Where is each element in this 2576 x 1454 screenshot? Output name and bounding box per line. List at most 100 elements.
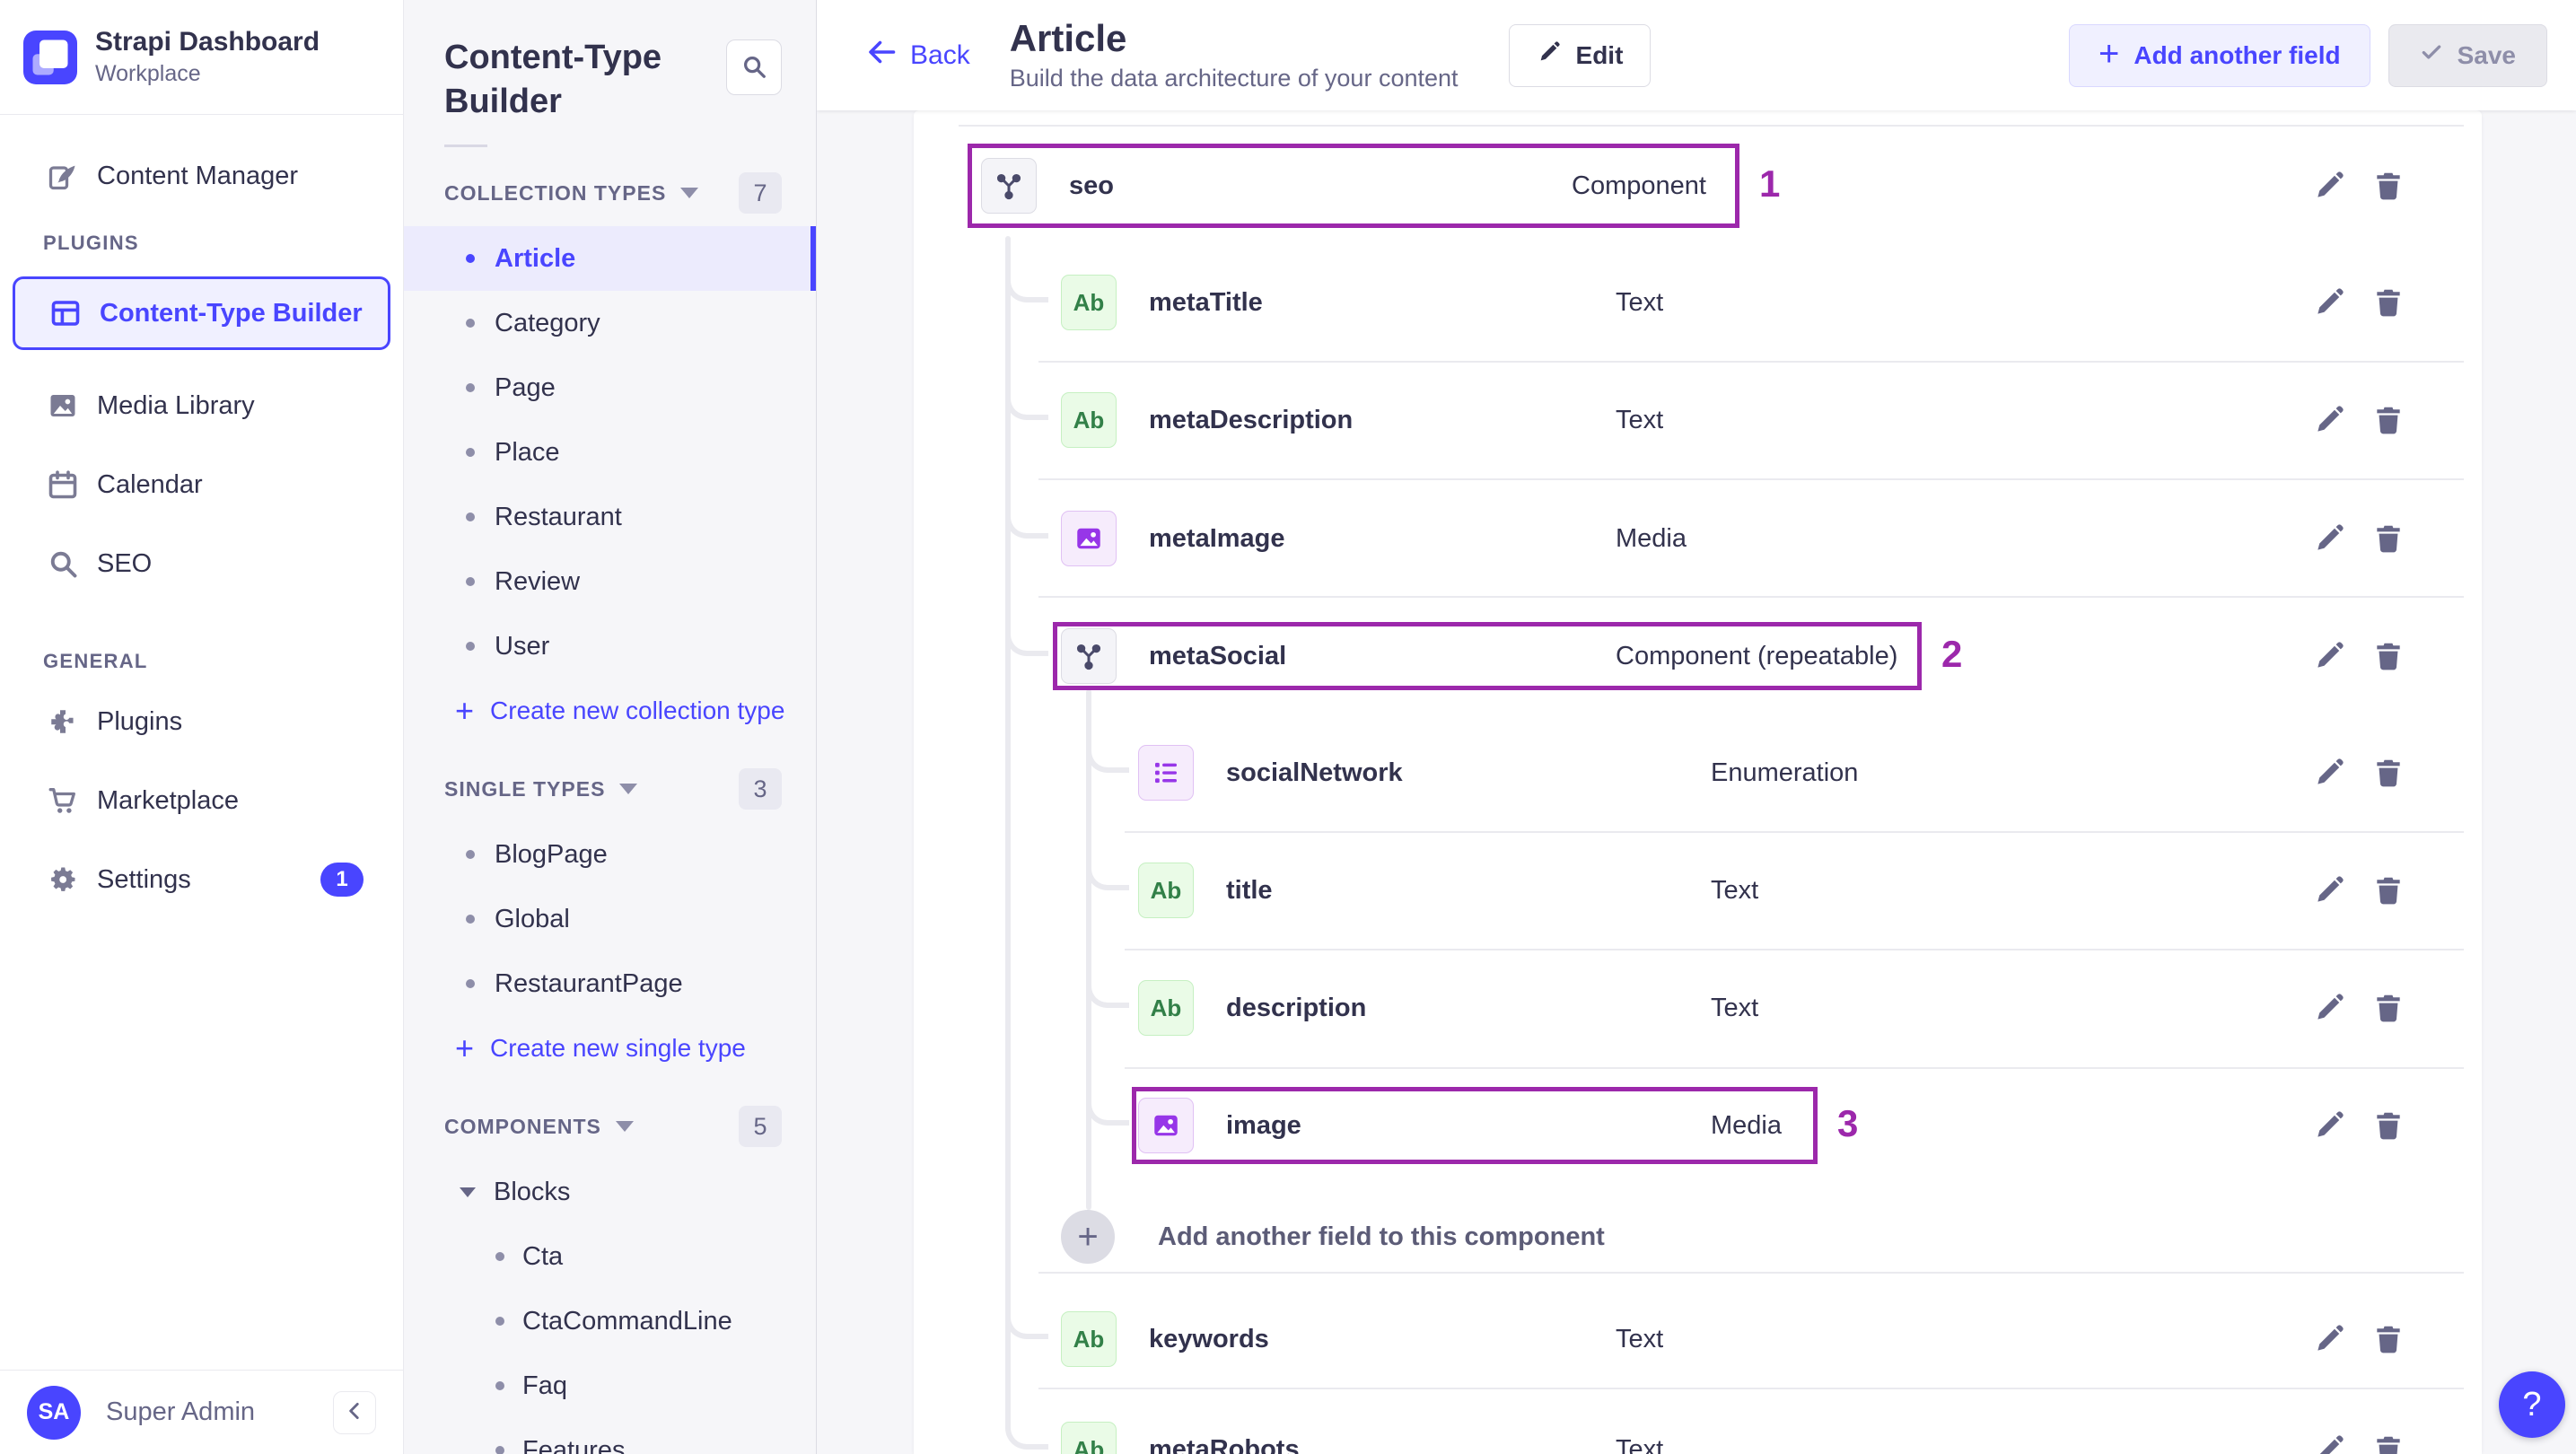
sidebar-item-seo[interactable]: SEO	[0, 531, 403, 596]
delete-field-icon[interactable]	[2371, 285, 2405, 320]
type-item-blogpage[interactable]: BlogPage	[404, 822, 816, 887]
delete-field-icon[interactable]	[2371, 403, 2405, 437]
edit-label: Edit	[1575, 40, 1624, 69]
cart-icon	[47, 784, 79, 817]
row-actions	[2312, 169, 2405, 203]
edit-field-icon[interactable]	[2312, 403, 2346, 437]
sidebar-footer: SA Super Admin	[0, 1370, 403, 1454]
type-item-label: Place	[495, 437, 560, 467]
type-item-global[interactable]: Global	[404, 887, 816, 951]
component-group-blocks[interactable]: Blocks	[404, 1160, 816, 1224]
sidebar-item-media-library[interactable]: Media Library	[0, 373, 403, 438]
field-row-metatitle: Ab metaTitle Text	[914, 244, 2482, 361]
sidebar-item-content-type-builder[interactable]: Content-Type Builder	[13, 276, 390, 350]
type-item-category[interactable]: Category	[404, 291, 816, 355]
edit-field-icon[interactable]	[2312, 169, 2346, 203]
sidebar-item-content-manager[interactable]: Content Manager	[0, 144, 403, 208]
section-header-single-types[interactable]: SINGLE TYPES 3	[404, 756, 816, 822]
component-item-faq[interactable]: Faq	[404, 1353, 816, 1418]
field-name: metaImage	[1149, 523, 1285, 553]
delete-field-icon[interactable]	[2371, 873, 2405, 907]
sidebar-item-label: SEO	[97, 548, 153, 578]
row-actions	[2312, 873, 2405, 907]
add-field-label: Add another field	[2134, 40, 2341, 69]
sidebar-item-settings[interactable]: Settings 1	[0, 847, 403, 912]
settings-badge: 1	[320, 863, 364, 897]
section-label: COMPONENTS	[444, 1114, 601, 1138]
sidebar-item-plugins[interactable]: Plugins	[0, 689, 403, 754]
bullet-icon	[495, 1317, 504, 1327]
edit-field-icon[interactable]	[2312, 1322, 2346, 1356]
create-new-single-type-link[interactable]: + Create new single type	[404, 1016, 816, 1081]
add-field-to-component-row[interactable]: + Add another field to this component	[914, 1178, 2482, 1295]
puzzle-icon	[47, 705, 79, 738]
type-item-restaurantpage[interactable]: RestaurantPage	[404, 951, 816, 1016]
field-row-metarobots: Ab metaRobots Text	[914, 1391, 2482, 1454]
component-item-label: Features	[522, 1435, 626, 1454]
help-button[interactable]: ?	[2499, 1371, 2565, 1438]
edit-field-icon[interactable]	[2312, 873, 2346, 907]
delete-field-icon[interactable]	[2371, 639, 2405, 673]
delete-field-icon[interactable]	[2371, 169, 2405, 203]
component-item-cta[interactable]: Cta	[404, 1224, 816, 1289]
edit-field-icon[interactable]	[2312, 1432, 2346, 1454]
edit-field-icon[interactable]	[2312, 285, 2346, 320]
chevron-down-icon	[619, 784, 638, 795]
edit-field-icon[interactable]	[2312, 991, 2346, 1025]
row-actions	[2312, 403, 2405, 437]
avatar[interactable]: SA	[27, 1385, 81, 1440]
bullet-icon	[466, 577, 475, 587]
type-item-place[interactable]: Place	[404, 420, 816, 485]
add-another-field-button[interactable]: + Add another field	[2069, 23, 2370, 87]
type-item-page[interactable]: Page	[404, 355, 816, 420]
bullet-icon	[466, 915, 475, 924]
page-subtitle: Build the data architecture of your cont…	[1009, 65, 1459, 92]
section-header-collection-types[interactable]: COLLECTION TYPES 7	[404, 160, 816, 226]
field-name: seo	[1069, 171, 1114, 200]
delete-field-icon[interactable]	[2371, 756, 2405, 790]
edit-field-icon[interactable]	[2312, 1108, 2346, 1143]
type-item-label: Category	[495, 308, 600, 337]
component-item-features[interactable]: Features	[404, 1418, 816, 1454]
back-link[interactable]: Back	[865, 36, 970, 75]
delete-field-icon[interactable]	[2371, 1108, 2405, 1143]
sidebar-item-calendar[interactable]: Calendar	[0, 452, 403, 517]
plus-circle-icon[interactable]: +	[1061, 1210, 1115, 1264]
type-item-restaurant[interactable]: Restaurant	[404, 485, 816, 549]
save-button[interactable]: Save	[2388, 23, 2547, 87]
edit-field-icon[interactable]	[2312, 521, 2346, 556]
strapi-logo-icon[interactable]	[23, 30, 77, 84]
create-new-collection-type-link[interactable]: + Create new collection type	[404, 679, 816, 743]
annotation-number-2: 2	[1941, 633, 1963, 675]
bullet-icon	[466, 319, 475, 328]
enum-field-icon	[1138, 745, 1194, 801]
field-type: Enumeration	[1711, 758, 1859, 787]
image-icon	[47, 390, 79, 422]
delete-field-icon[interactable]	[2371, 1432, 2405, 1454]
collapse-sidebar-button[interactable]	[333, 1390, 376, 1434]
edit-field-icon[interactable]	[2312, 639, 2346, 673]
delete-field-icon[interactable]	[2371, 521, 2405, 556]
builder-panel-lists: COLLECTION TYPES 7 Article Category Page Plac…	[404, 160, 816, 1454]
delete-field-icon[interactable]	[2371, 1322, 2405, 1356]
sidebar-item-label: Content Manager	[97, 161, 299, 190]
page-header: Back Article Build the data architecture…	[817, 0, 2576, 110]
sidebar-item-marketplace[interactable]: Marketplace	[0, 768, 403, 833]
edit-field-icon[interactable]	[2312, 756, 2346, 790]
type-item-user[interactable]: User	[404, 614, 816, 679]
bullet-icon	[466, 850, 475, 860]
section-header-components[interactable]: COMPONENTS 5	[404, 1093, 816, 1160]
component-group-label: Blocks	[494, 1177, 571, 1206]
search-button[interactable]	[726, 39, 782, 95]
nav-section-plugins: PLUGINS	[43, 232, 139, 254]
bullet-icon	[466, 254, 475, 264]
delete-field-icon[interactable]	[2371, 991, 2405, 1025]
section-count-badge: 7	[739, 172, 782, 215]
type-item-review[interactable]: Review	[404, 549, 816, 614]
type-item-article[interactable]: Article	[404, 226, 816, 292]
field-type: Text	[1711, 875, 1759, 905]
component-item-ctacommandline[interactable]: CtaCommandLine	[404, 1289, 816, 1353]
field-name: description	[1226, 993, 1367, 1022]
row-actions	[2312, 521, 2405, 556]
edit-button[interactable]: Edit	[1508, 23, 1652, 87]
